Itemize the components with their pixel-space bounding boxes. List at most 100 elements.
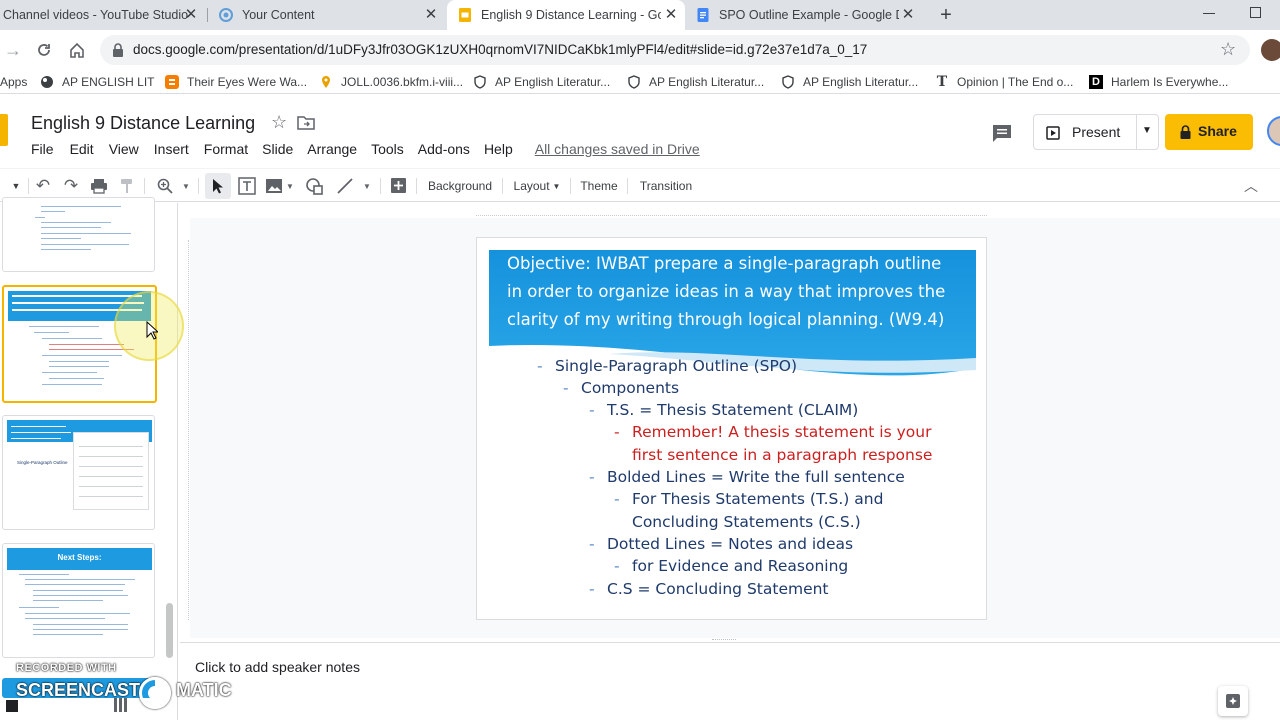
bullet-dash: - bbox=[589, 468, 595, 486]
bookmark-item[interactable]: T Opinion | The End o... bbox=[935, 74, 1074, 90]
slide-thumbnail[interactable] bbox=[2, 197, 155, 272]
home-icon[interactable] bbox=[68, 41, 86, 59]
tab-title: English 9 Distance Learning - Goo bbox=[481, 8, 661, 22]
slide-objective-line: in order to organize ideas in a way that… bbox=[507, 282, 946, 301]
bullet-item: Components bbox=[581, 379, 680, 397]
menu-insert[interactable]: Insert bbox=[154, 141, 189, 157]
vertical-ruler bbox=[179, 240, 189, 620]
menu-edit[interactable]: Edit bbox=[70, 141, 94, 157]
account-avatar[interactable] bbox=[1267, 116, 1280, 146]
bookmark-item[interactable]: Their Eyes Were Wa... bbox=[165, 74, 307, 90]
add-comment-icon[interactable] bbox=[390, 177, 407, 194]
doc-title[interactable]: English 9 Distance Learning bbox=[31, 113, 255, 134]
theme-button[interactable]: Theme bbox=[578, 173, 620, 199]
share-button[interactable]: Share bbox=[1165, 114, 1253, 150]
paint-format-icon[interactable] bbox=[119, 178, 135, 194]
present-button[interactable]: Present ▼ bbox=[1033, 114, 1159, 150]
save-status[interactable]: All changes saved in Drive bbox=[535, 141, 700, 157]
bookmark-item[interactable]: AP English Literatur... bbox=[627, 74, 764, 90]
slide-objective-line: Objective: IWBAT prepare a single-paragr… bbox=[507, 254, 942, 273]
tab-youtube-studio[interactable]: Channel videos - YouTube Studio ✕ bbox=[0, 0, 205, 30]
slides-logo-icon[interactable] bbox=[0, 114, 8, 146]
grid-view-icon[interactable] bbox=[114, 698, 128, 712]
bookmark-item[interactable]: AP English Literatur... bbox=[781, 74, 918, 90]
zoom-dropdown-icon[interactable]: ▼ bbox=[180, 173, 192, 199]
text-box-icon[interactable] bbox=[238, 177, 256, 195]
transition-button[interactable]: Transition bbox=[635, 173, 697, 199]
tab-spo-outline[interactable]: SPO Outline Example - Google D ✕ bbox=[687, 0, 922, 30]
menu-tools[interactable]: Tools bbox=[371, 141, 404, 157]
menu-addons[interactable]: Add-ons bbox=[418, 141, 470, 157]
star-icon[interactable]: ☆ bbox=[271, 112, 287, 133]
bookmark-item[interactable]: AP English Literatur... bbox=[473, 74, 610, 90]
bullet-item: for Evidence and Reasoning bbox=[632, 557, 849, 575]
new-tab-button[interactable]: + bbox=[936, 5, 956, 25]
url-text[interactable]: docs.google.com/presentation/d/1uDFy3Jfr… bbox=[133, 42, 867, 57]
select-tool-button[interactable] bbox=[205, 173, 231, 199]
line-dropdown-icon[interactable]: ▼ bbox=[361, 173, 373, 199]
close-icon[interactable]: ✕ bbox=[423, 7, 439, 23]
lock-icon bbox=[1180, 125, 1191, 139]
bullet-dash: - bbox=[614, 557, 620, 575]
horizontal-ruler bbox=[476, 206, 987, 216]
collapse-menu-icon[interactable]: ︿ bbox=[1242, 173, 1260, 199]
reload-icon[interactable] bbox=[36, 42, 52, 58]
menu-arrange[interactable]: Arrange bbox=[307, 141, 357, 157]
screencast-logo-icon bbox=[139, 677, 171, 709]
bookmark-item[interactable]: JOLL.0036.bkfm.i-viii... bbox=[319, 74, 463, 90]
menu-view[interactable]: View bbox=[109, 141, 139, 157]
mouse-cursor-icon bbox=[146, 321, 158, 340]
image-dropdown-icon[interactable]: ▼ bbox=[284, 173, 296, 199]
print-icon[interactable] bbox=[90, 178, 108, 194]
menu-help[interactable]: Help bbox=[484, 141, 513, 157]
line-icon[interactable] bbox=[336, 177, 354, 195]
slide-filmstrip: Single-Paragraph Outline Next Steps: bbox=[0, 197, 184, 720]
menu-format[interactable]: Format bbox=[204, 141, 248, 157]
redo-icon[interactable]: ↷ bbox=[61, 173, 81, 199]
close-icon[interactable]: ✕ bbox=[900, 7, 916, 23]
avatar[interactable] bbox=[1261, 39, 1280, 61]
thumb-label: Single-Paragraph Outline bbox=[17, 460, 68, 465]
star-icon[interactable]: ☆ bbox=[1220, 39, 1236, 60]
zoom-icon[interactable] bbox=[157, 178, 173, 194]
comments-icon[interactable] bbox=[991, 123, 1013, 143]
forward-icon[interactable]: → bbox=[4, 40, 22, 60]
slide-thumbnail[interactable]: Next Steps: bbox=[2, 543, 155, 658]
maximize-icon[interactable] bbox=[1250, 7, 1261, 18]
bullet-dash: - bbox=[589, 580, 595, 598]
bullet-dash: - bbox=[589, 401, 595, 419]
shield-icon bbox=[474, 75, 486, 89]
slide[interactable]: Objective: IWBAT prepare a single-paragr… bbox=[476, 237, 987, 620]
filmstrip-view-icon[interactable] bbox=[6, 700, 18, 712]
bookmark-apps[interactable]: Apps bbox=[0, 74, 27, 90]
editor-toolbar: ▼ ↶ ↷ ▼ ▼ ▼ Background Layout ▼ Theme Tr… bbox=[0, 168, 1280, 202]
background-button[interactable]: Background bbox=[426, 173, 494, 199]
shape-icon[interactable] bbox=[305, 177, 323, 195]
present-icon bbox=[1046, 126, 1060, 140]
explore-button[interactable] bbox=[1218, 686, 1248, 716]
minimize-icon[interactable] bbox=[1203, 13, 1215, 14]
menu-slide[interactable]: Slide bbox=[262, 141, 293, 157]
new-slide-dropdown-icon[interactable]: ▼ bbox=[8, 173, 24, 199]
tab-title: Channel videos - YouTube Studio bbox=[3, 8, 189, 22]
layout-button[interactable]: Layout ▼ bbox=[511, 173, 563, 199]
notes-resize-handle[interactable] bbox=[712, 639, 736, 643]
bookmark-item[interactable]: D Harlem Is Everywhe... bbox=[1089, 74, 1228, 90]
tab-english-9[interactable]: English 9 Distance Learning - Goo ✕ bbox=[447, 0, 685, 30]
image-icon[interactable] bbox=[265, 178, 283, 194]
close-icon[interactable]: ✕ bbox=[183, 7, 199, 23]
present-dropdown-icon[interactable]: ▼ bbox=[1142, 125, 1152, 136]
bullet-item: Bolded Lines = Write the full sentence bbox=[607, 468, 905, 486]
thumb-title: Next Steps: bbox=[57, 553, 102, 562]
menu-file[interactable]: File bbox=[31, 141, 54, 157]
close-icon[interactable]: ✕ bbox=[663, 7, 679, 23]
tab-your-content[interactable]: Your Content ✕ bbox=[210, 0, 445, 30]
filmstrip-scrollbar[interactable] bbox=[166, 603, 173, 658]
speaker-notes-panel[interactable]: Click to add speaker notes bbox=[180, 639, 1280, 720]
undo-icon[interactable]: ↶ bbox=[33, 173, 53, 199]
omnibox[interactable]: docs.google.com/presentation/d/1uDFy3Jfr… bbox=[100, 35, 1250, 65]
bookmark-item[interactable]: AP ENGLISH LIT bbox=[40, 74, 154, 90]
slide-thumbnail[interactable]: Single-Paragraph Outline bbox=[2, 415, 155, 530]
bullet-item: Dotted Lines = Notes and ideas bbox=[607, 535, 854, 553]
move-folder-icon[interactable] bbox=[297, 116, 315, 130]
